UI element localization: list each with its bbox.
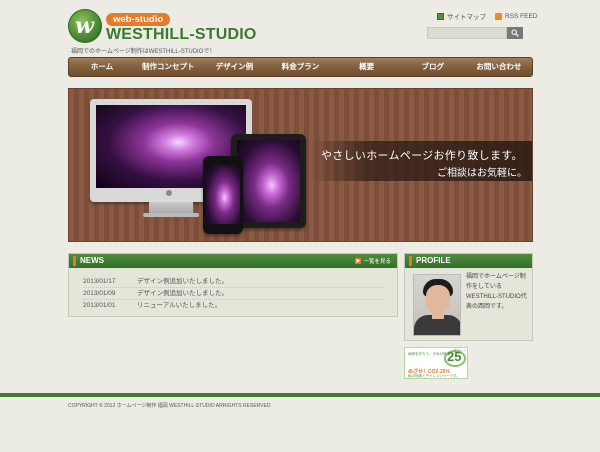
profile-photo <box>413 274 461 336</box>
search-box <box>427 27 523 39</box>
search-input[interactable] <box>427 27 507 39</box>
nav-contact[interactable]: お問い合わせ <box>466 58 532 76</box>
search-icon <box>511 29 519 37</box>
search-button[interactable] <box>507 27 523 39</box>
nav-home[interactable]: ホーム <box>69 58 135 76</box>
rss-label: RSS FEED <box>505 12 538 20</box>
sitemap-link[interactable]: サイトマップ <box>437 11 486 21</box>
news-text: デザイン例追加いたしました。 <box>137 290 228 297</box>
nav-design-examples[interactable]: デザイン例 <box>201 58 267 76</box>
banner-number: 25 <box>447 349 462 364</box>
challenge25-banner[interactable]: 地球を守ろう、きみが使う。 チャレンジ 25 めざせ！CO2-25% 私の地球と… <box>404 347 468 379</box>
news-date: 2013/01/17 <box>83 278 116 285</box>
footer-divider <box>0 393 600 397</box>
news-item[interactable]: 2013/01/17 デザイン例追加いたしました。 <box>83 276 383 288</box>
news-date: 2013/01/01 <box>83 302 116 309</box>
rss-icon <box>495 12 502 20</box>
news-more-label: 一覧を見る <box>363 259 391 265</box>
profile-panel: PROFILE 福岡でホームページ制作をしているWESTHILL-STUDIO代… <box>404 253 533 341</box>
news-text: デザイン例追加いたしました。 <box>137 278 228 285</box>
iphone-image <box>203 156 243 234</box>
news-item[interactable]: 2013/01/09 デザイン例追加いたしました。 <box>83 288 383 300</box>
nav-pricing[interactable]: 料金プラン <box>267 58 333 76</box>
logo-text: WESTHILL-STUDIO <box>106 26 257 43</box>
logo-mark-icon: w <box>68 9 102 43</box>
profile-header: PROFILE <box>405 254 532 268</box>
apple-logo-icon <box>166 190 172 196</box>
arrow-right-icon: ▶ <box>355 258 362 264</box>
nav-blog[interactable]: ブログ <box>400 58 466 76</box>
profile-title: PROFILE <box>409 256 451 266</box>
main-nav: ホーム 制作コンセプト デザイン例 料金プラン 概要 ブログ お問い合わせ <box>68 57 533 77</box>
news-title: NEWS <box>73 256 104 266</box>
sitemap-label: サイトマップ <box>447 14 486 21</box>
logo-subtitle: web-studio <box>106 13 171 26</box>
news-more-link[interactable]: ▶ 一覧を見る <box>355 257 391 265</box>
top-links: サイトマップ RSS FEED <box>437 11 538 21</box>
news-date: 2013/01/09 <box>83 290 116 297</box>
sitemap-icon <box>437 12 444 20</box>
hero-caption-line2: ご相談はお気軽に。 <box>437 168 527 179</box>
rss-link[interactable]: RSS FEED <box>495 11 538 21</box>
news-list: 2013/01/17 デザイン例追加いたしました。 2013/01/09 デザイ… <box>69 268 397 312</box>
news-item[interactable]: 2013/01/01 リニューアルいたしました。 <box>83 300 383 312</box>
footer-copyright: COPYRIGHT © 2012 ホームページ制作 福岡 WESTHILL-ST… <box>68 403 271 409</box>
banner-sub-text: 私の地球とチャレンジャーです。 <box>408 374 460 378</box>
site-logo[interactable]: w web-studio WESTHILL-STUDIO <box>68 9 256 45</box>
hero-caption-line1: やさしいホームページお作り致します。 <box>321 150 523 162</box>
nav-about[interactable]: 概要 <box>334 58 400 76</box>
news-header: NEWS ▶ 一覧を見る <box>69 254 397 268</box>
profile-text: 福岡でホームページ制作をしているWESTHILL-STUDIO代表の西岡です。 <box>466 274 527 310</box>
news-panel: NEWS ▶ 一覧を見る 2013/01/17 デザイン例追加いたしました。 2… <box>68 253 398 317</box>
page: w web-studio WESTHILL-STUDIO 福岡でのホームページ制… <box>0 0 600 452</box>
tagline: 福岡でのホームページ制作はWESTHILL-STUDIOで！ <box>71 49 216 55</box>
hero-banner: やさしいホームページお作り致します。 ご相談はお気軽に。 <box>68 88 533 242</box>
news-text: リニューアルいたしました。 <box>137 302 222 309</box>
nav-concept[interactable]: 制作コンセプト <box>135 58 201 76</box>
